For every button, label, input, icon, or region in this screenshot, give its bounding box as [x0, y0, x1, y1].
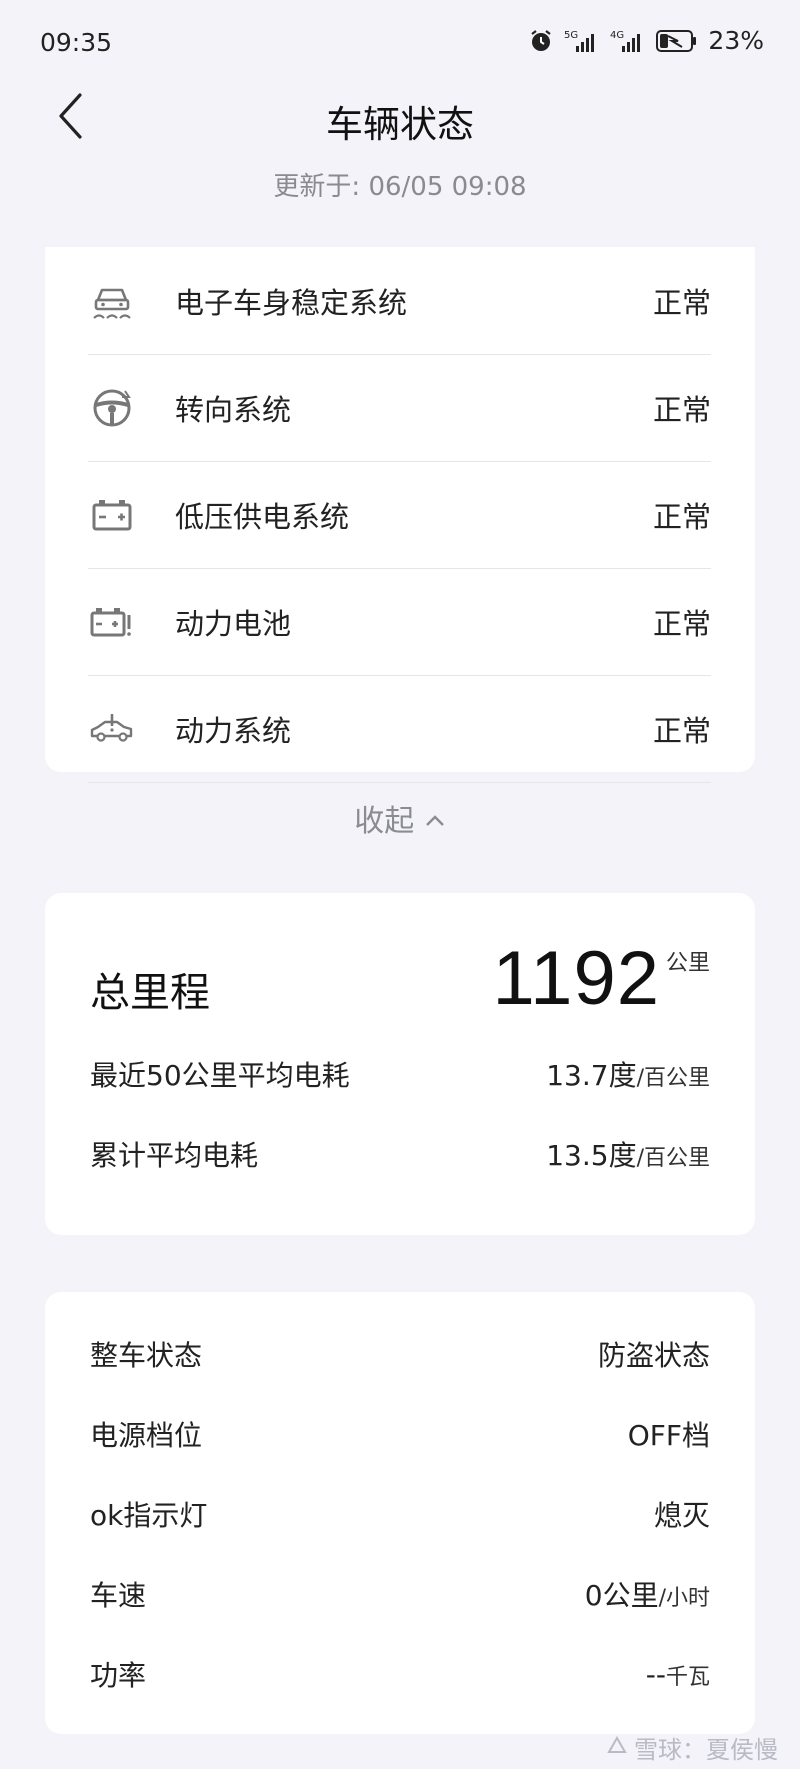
status-time: 09:35 [40, 28, 113, 57]
system-label: 低压供电系统 [175, 499, 350, 534]
vehicle-status-row: ok指示灯 熄灭 [90, 1489, 710, 1539]
consumption-value: 13.5度 [546, 1139, 637, 1172]
status-unit: 千瓦 [665, 1664, 710, 1690]
status-label: 功率 [90, 1659, 147, 1692]
signal-4g-label: 4G [610, 30, 624, 41]
consumption-unit: /百公里 [636, 1146, 710, 1171]
system-row-low-voltage[interactable]: 低压供电系统 正常 [88, 461, 711, 569]
battery-percentage: 23% [708, 26, 764, 55]
system-status: 正常 [652, 499, 711, 534]
vehicle-status-card: 整车状态 防盗状态 电源档位 OFF档 ok指示灯 熄灭 车速 0公里/小时 功… [45, 1292, 755, 1734]
updated-timestamp: 更新于: 06/05 09:08 [273, 172, 527, 202]
consumption-value: 13.7度 [546, 1059, 637, 1092]
status-unit: /小时 [658, 1586, 710, 1611]
consumption-unit: /百公里 [636, 1066, 710, 1091]
status-label: 电源档位 [90, 1419, 203, 1452]
system-label: 转向系统 [175, 392, 292, 427]
status-value: 0公里 [584, 1579, 659, 1612]
system-label: 动力电池 [175, 606, 292, 641]
chevron-up-icon [424, 801, 446, 836]
status-label: 整车状态 [90, 1339, 203, 1372]
system-status: 正常 [652, 713, 711, 748]
page-header: 车辆状态 更新于: 06/05 09:08 [0, 88, 800, 228]
system-status: 正常 [652, 392, 711, 427]
status-value: 防盗状态 [597, 1339, 710, 1372]
vehicle-status-row: 车速 0公里/小时 [90, 1569, 710, 1619]
system-status: 正常 [652, 285, 711, 320]
total-mileage-value-group: 1192 公里 [493, 935, 710, 1022]
car-power-icon [88, 705, 136, 753]
alarm-icon [528, 28, 554, 54]
battery-icon [656, 29, 698, 53]
snowball-logo-icon [606, 1734, 628, 1762]
system-row-powertrain[interactable]: 动力系统 正常 [88, 675, 711, 783]
vehicle-status-row: 整车状态 防盗状态 [90, 1329, 710, 1379]
status-value: OFF档 [627, 1419, 710, 1452]
status-icons: 5G 4G 23% [528, 26, 764, 55]
consumption-label: 最近50公里平均电耗 [90, 1059, 350, 1092]
total-mileage-value: 1192 [492, 936, 660, 1021]
battery-warning-icon [88, 598, 136, 646]
stability-car-icon [88, 277, 136, 325]
status-value: -- [645, 1657, 666, 1691]
signal-5g-icon: 5G [564, 28, 600, 54]
vehicle-status-row: 功率 --千瓦 [90, 1649, 710, 1699]
consumption-row: 累计平均电耗 13.5度/百公里 [90, 1129, 710, 1179]
status-label: 车速 [90, 1579, 147, 1612]
steering-wheel-icon [88, 384, 136, 432]
systems-status-card: 电子车身稳定系统 正常 转向系统 正常 低压供电系统 正常 动力电池 正常 动力… [45, 247, 755, 783]
mileage-card: 总里程 1192 公里 最近50公里平均电耗 13.7度/百公里 累计平均电耗 … [45, 893, 755, 1235]
collapse-label: 收起 [354, 804, 415, 839]
signal-5g-label: 5G [564, 30, 578, 41]
battery-12v-icon [88, 491, 136, 539]
status-bar: 09:35 5G 4G 23% [0, 0, 800, 88]
watermark: 雪球：夏侯慢 [606, 1730, 778, 1765]
signal-4g-icon: 4G [610, 28, 646, 54]
total-mileage-unit: 公里 [665, 951, 710, 976]
status-label: ok指示灯 [90, 1499, 208, 1532]
consumption-label: 累计平均电耗 [90, 1139, 259, 1172]
system-label: 电子车身稳定系统 [175, 285, 408, 320]
system-row-stability[interactable]: 电子车身稳定系统 正常 [88, 247, 711, 355]
collapse-button[interactable]: 收起 [0, 796, 800, 840]
consumption-row: 最近50公里平均电耗 13.7度/百公里 [90, 1049, 710, 1099]
watermark-text: 雪球：夏侯慢 [634, 1736, 778, 1764]
system-row-power-battery[interactable]: 动力电池 正常 [88, 568, 711, 676]
vehicle-status-row: 电源档位 OFF档 [90, 1409, 710, 1459]
page-title: 车辆状态 [326, 103, 474, 146]
system-row-steering[interactable]: 转向系统 正常 [88, 354, 711, 462]
system-label: 动力系统 [175, 713, 292, 748]
system-status: 正常 [652, 606, 711, 641]
status-value: 熄灭 [653, 1499, 710, 1532]
total-mileage-title: 总里程 [90, 970, 210, 1016]
